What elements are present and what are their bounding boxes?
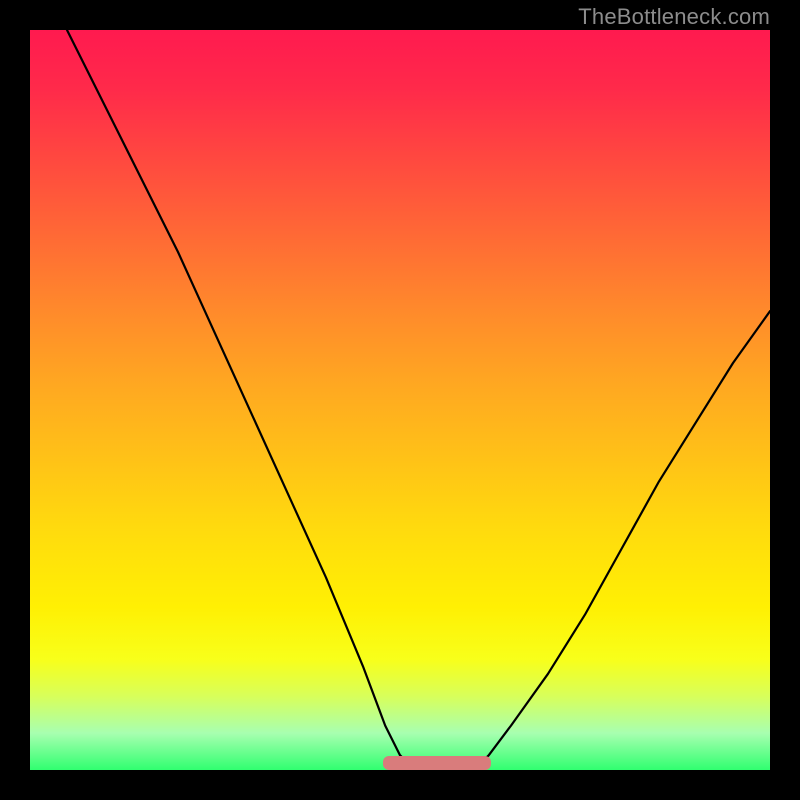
watermark-text: TheBottleneck.com (578, 4, 770, 30)
optimal-range-marker (383, 756, 491, 770)
chart-frame: TheBottleneck.com (0, 0, 800, 800)
plot-area (30, 30, 770, 770)
bottleneck-curve (30, 30, 770, 770)
